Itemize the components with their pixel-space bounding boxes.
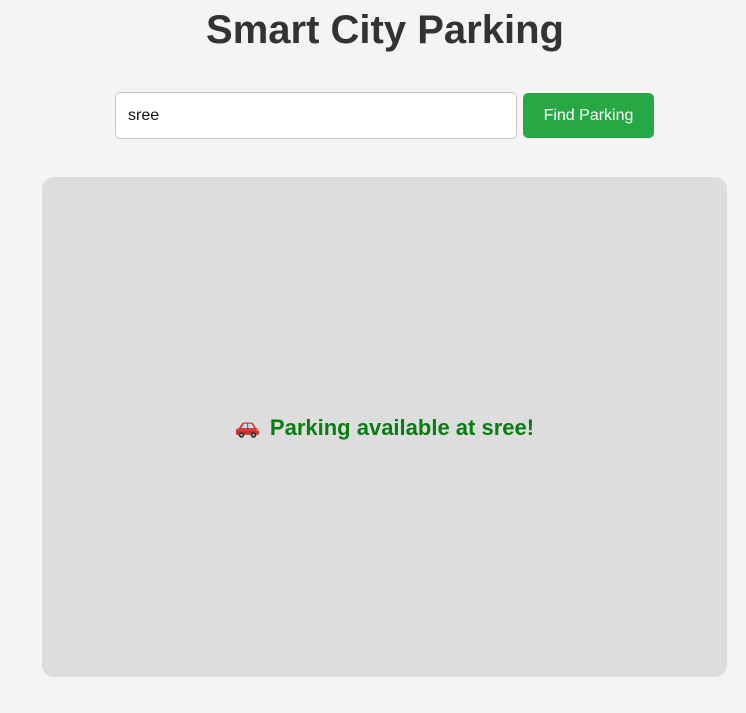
search-bar: Find Parking	[115, 92, 654, 139]
result-panel: Parking available at sree!	[42, 177, 727, 677]
find-parking-button[interactable]: Find Parking	[523, 93, 654, 138]
page-title: Smart City Parking	[206, 8, 564, 52]
page: Smart City Parking Find Parking Parkin	[0, 0, 746, 713]
location-search-input[interactable]	[115, 92, 517, 139]
car-icon	[235, 419, 260, 438]
parking-status-text: Parking available at sree!	[269, 415, 535, 440]
parking-status: Parking available at sree!	[235, 415, 534, 441]
